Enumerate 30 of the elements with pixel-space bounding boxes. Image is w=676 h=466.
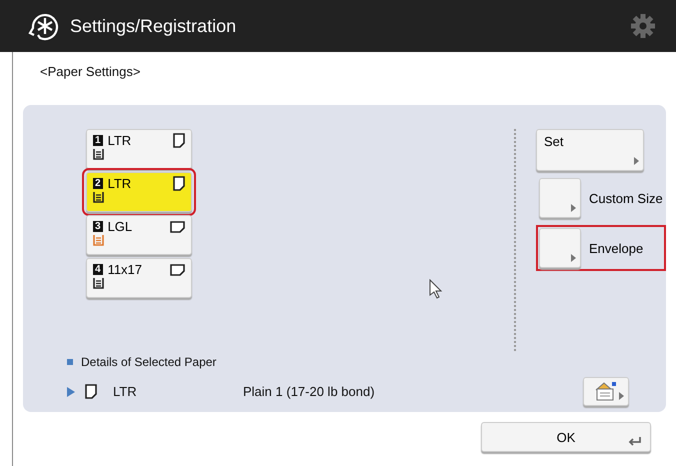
paper-edit-icon — [593, 380, 619, 402]
page-heading: <Paper Settings> — [39, 63, 142, 81]
button-face — [539, 178, 581, 218]
set-button[interactable]: Set — [536, 129, 644, 171]
paper-drawer-button[interactable]: 4 11x17 — [86, 258, 192, 298]
edit-paper-button[interactable] — [583, 377, 629, 406]
return-icon — [628, 436, 642, 446]
drawer-number: 2 — [93, 178, 103, 189]
window-title: Settings/Registration — [70, 16, 236, 36]
paper-size-label: LTR — [108, 176, 132, 191]
ok-button[interactable]: OK — [481, 422, 651, 452]
paper-drawer-button[interactable]: 3 LGL — [86, 215, 192, 255]
asterisk-head-icon — [26, 11, 60, 41]
option-button[interactable]: Custom Size — [536, 175, 666, 221]
settings-icon[interactable] — [630, 13, 656, 39]
paper-size-label: LGL — [108, 219, 132, 234]
button-face — [539, 228, 581, 268]
paper-size-label: LTR — [108, 133, 132, 148]
paper-size-label: 11x17 — [108, 262, 142, 277]
paper-drawer-button[interactable]: 1 LTR — [86, 129, 192, 169]
paper-type-value: Plain 1 (17-20 lb bond) — [243, 384, 376, 399]
drawer-number: 1 — [93, 135, 103, 146]
details-heading: Details of Selected Paper — [81, 355, 216, 369]
paper-size-value: LTR — [113, 384, 138, 399]
drawer-number: 3 — [93, 221, 103, 232]
drawer-number: 4 — [93, 264, 103, 275]
option-button[interactable]: Envelope — [536, 225, 666, 271]
play-arrow-icon — [67, 386, 75, 396]
mouse-pointer-icon — [429, 279, 443, 299]
bullet-icon — [67, 359, 73, 365]
